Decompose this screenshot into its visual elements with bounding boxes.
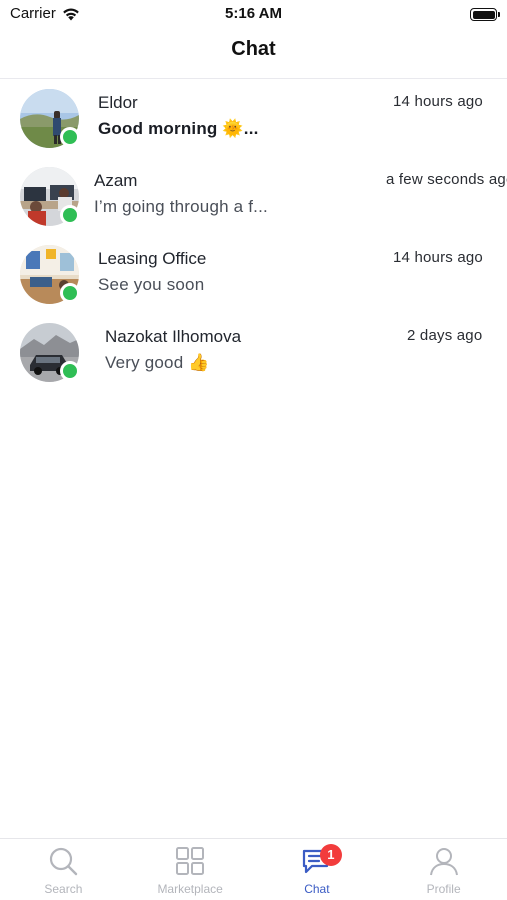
chat-name: Eldor <box>98 93 138 112</box>
tab-profile[interactable]: Profile <box>380 839 507 900</box>
chat-time: 14 hours ago <box>393 93 483 110</box>
search-icon <box>50 847 78 876</box>
chat-row-nazokat-ilhomova[interactable]: Nazokat Ilhomova Very good 👍 2 days ago <box>0 313 507 391</box>
status-bar: Carrier 5:16 AM <box>0 0 507 30</box>
tab-bar: Search Marketplace 1 Chat Profile <box>0 838 507 900</box>
chat-last-message: Good morning 🌞... <box>98 119 259 138</box>
chat-row-leasing-office[interactable]: Leasing Office See you soon 14 hours ago <box>0 235 507 313</box>
online-status-dot <box>60 205 80 225</box>
chat-last-message: I’m going through a f... <box>94 197 268 216</box>
chat-name: Nazokat Ilhomova <box>105 327 242 346</box>
tab-label: Search <box>44 882 83 896</box>
chat-last-message: See you soon <box>98 275 205 294</box>
chat-row-azam[interactable]: Azam I’m going through a f... a few seco… <box>0 157 507 235</box>
battery-icon <box>470 8 500 21</box>
tab-search[interactable]: Search <box>0 839 127 900</box>
chat-row-eldor[interactable]: Eldor Good morning 🌞... 14 hours ago <box>0 79 507 157</box>
chat-name: Leasing Office <box>98 249 207 268</box>
chat-list: Eldor Good morning 🌞... 14 hours ago Aza… <box>0 79 507 391</box>
online-status-dot <box>60 361 80 381</box>
chat-name: Azam <box>94 171 138 190</box>
chat-time: 2 days ago <box>407 327 483 344</box>
tab-label: Chat <box>304 882 330 896</box>
chat-last-message: Very good 👍 <box>105 353 210 372</box>
tab-label: Profile <box>426 882 461 896</box>
tab-marketplace[interactable]: Marketplace <box>127 839 254 900</box>
status-time: 5:16 AM <box>225 5 282 22</box>
chat-time: 14 hours ago <box>393 249 483 266</box>
chat-time: a few seconds ago <box>386 171 507 188</box>
tab-chat[interactable]: 1 Chat <box>254 839 381 900</box>
tab-label: Marketplace <box>157 882 223 896</box>
online-status-dot <box>60 127 80 147</box>
online-status-dot <box>60 283 80 303</box>
person-icon <box>429 848 458 876</box>
grid-icon <box>176 847 205 875</box>
page-title: Chat <box>231 38 276 60</box>
unread-badge: 1 <box>319 844 342 866</box>
